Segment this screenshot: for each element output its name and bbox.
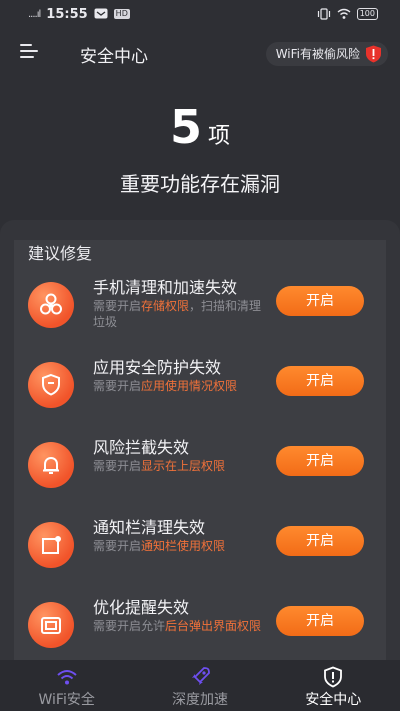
list-item-risk-block: 风险拦截失效 需要开启显示在上层权限 开启 xyxy=(0,438,400,512)
popup-window-icon xyxy=(28,602,74,648)
item-description: 需要开启通知栏使用权限 xyxy=(93,539,226,553)
status-time: 15:55 xyxy=(46,6,88,22)
list-item-app-protection: 应用安全防护失效 需要开启应用使用情况权限 开启 xyxy=(0,358,400,432)
notification-icon xyxy=(28,522,74,568)
wifi-status-icon xyxy=(337,8,351,19)
status-bar: ....ıl 15:55 HD 100 xyxy=(0,0,400,28)
vulnerability-count: 5项 xyxy=(0,100,400,154)
item-description: 需要开启应用使用情况权限 xyxy=(93,379,238,393)
item-description: 需要开启显示在上层权限 xyxy=(93,459,226,473)
warning-shield-icon xyxy=(366,45,381,63)
item-title: 优化提醒失效 xyxy=(93,598,190,617)
wifi-risk-label: WiFi有被偷风险 xyxy=(275,47,360,61)
wifi-risk-badge[interactable]: WiFi有被偷风险 xyxy=(265,42,388,66)
page-title: 安全中心 xyxy=(80,47,148,67)
list-item-cleanup: 手机清理和加速失效 需要开启存储权限，扫描和清理垃圾 开启 xyxy=(0,278,400,352)
hd-badge: HD xyxy=(113,9,130,19)
nav-label: 安全中心 xyxy=(305,692,362,708)
vulnerability-number: 5 xyxy=(169,100,202,154)
item-title: 应用安全防护失效 xyxy=(93,358,222,377)
enable-button[interactable]: 开启 xyxy=(276,366,364,396)
enable-button[interactable]: 开启 xyxy=(276,446,364,476)
rocket-icon xyxy=(191,667,210,685)
vulnerability-unit: 项 xyxy=(208,124,231,149)
nav-tab-security-center[interactable]: 安全中心 xyxy=(267,660,400,711)
vibrate-icon xyxy=(317,8,330,20)
enable-button[interactable]: 开启 xyxy=(276,286,364,316)
bell-icon xyxy=(28,442,74,488)
nav-label: 深度加速 xyxy=(171,692,228,708)
message-icon xyxy=(94,8,108,19)
section-title: 建议修复 xyxy=(28,244,93,263)
menu-icon[interactable] xyxy=(20,44,40,60)
item-title: 手机清理和加速失效 xyxy=(93,278,238,297)
item-description: 需要开启存储权限，扫描和清理垃圾 xyxy=(93,299,262,329)
item-title: 通知栏清理失效 xyxy=(93,518,206,537)
vulnerability-description: 重要功能存在漏洞 xyxy=(120,172,280,196)
nav-label: WiFi安全 xyxy=(38,692,95,708)
item-description: 需要开启允许后台弹出界面权限 xyxy=(93,619,262,633)
nav-tab-wifi-security[interactable]: WiFi安全 xyxy=(0,660,133,711)
item-title: 风险拦截失效 xyxy=(93,438,190,457)
header: 安全中心 WiFi有被偷风险 xyxy=(0,36,400,72)
battery-indicator: 100 xyxy=(356,8,378,20)
nav-tab-deep-boost[interactable]: 深度加速 xyxy=(133,660,266,711)
signal-icon: ....ıl xyxy=(28,8,41,20)
bottom-nav: WiFi安全 深度加速 安全中心 xyxy=(0,660,400,711)
shield-icon xyxy=(28,362,74,408)
alert-shield-icon xyxy=(324,666,343,688)
enable-button[interactable]: 开启 xyxy=(276,526,364,556)
fan-icon xyxy=(28,282,74,328)
enable-button[interactable]: 开启 xyxy=(276,606,364,636)
list-item-notification-cleanup: 通知栏清理失效 需要开启通知栏使用权限 开启 xyxy=(0,518,400,592)
wifi-icon xyxy=(56,670,77,685)
